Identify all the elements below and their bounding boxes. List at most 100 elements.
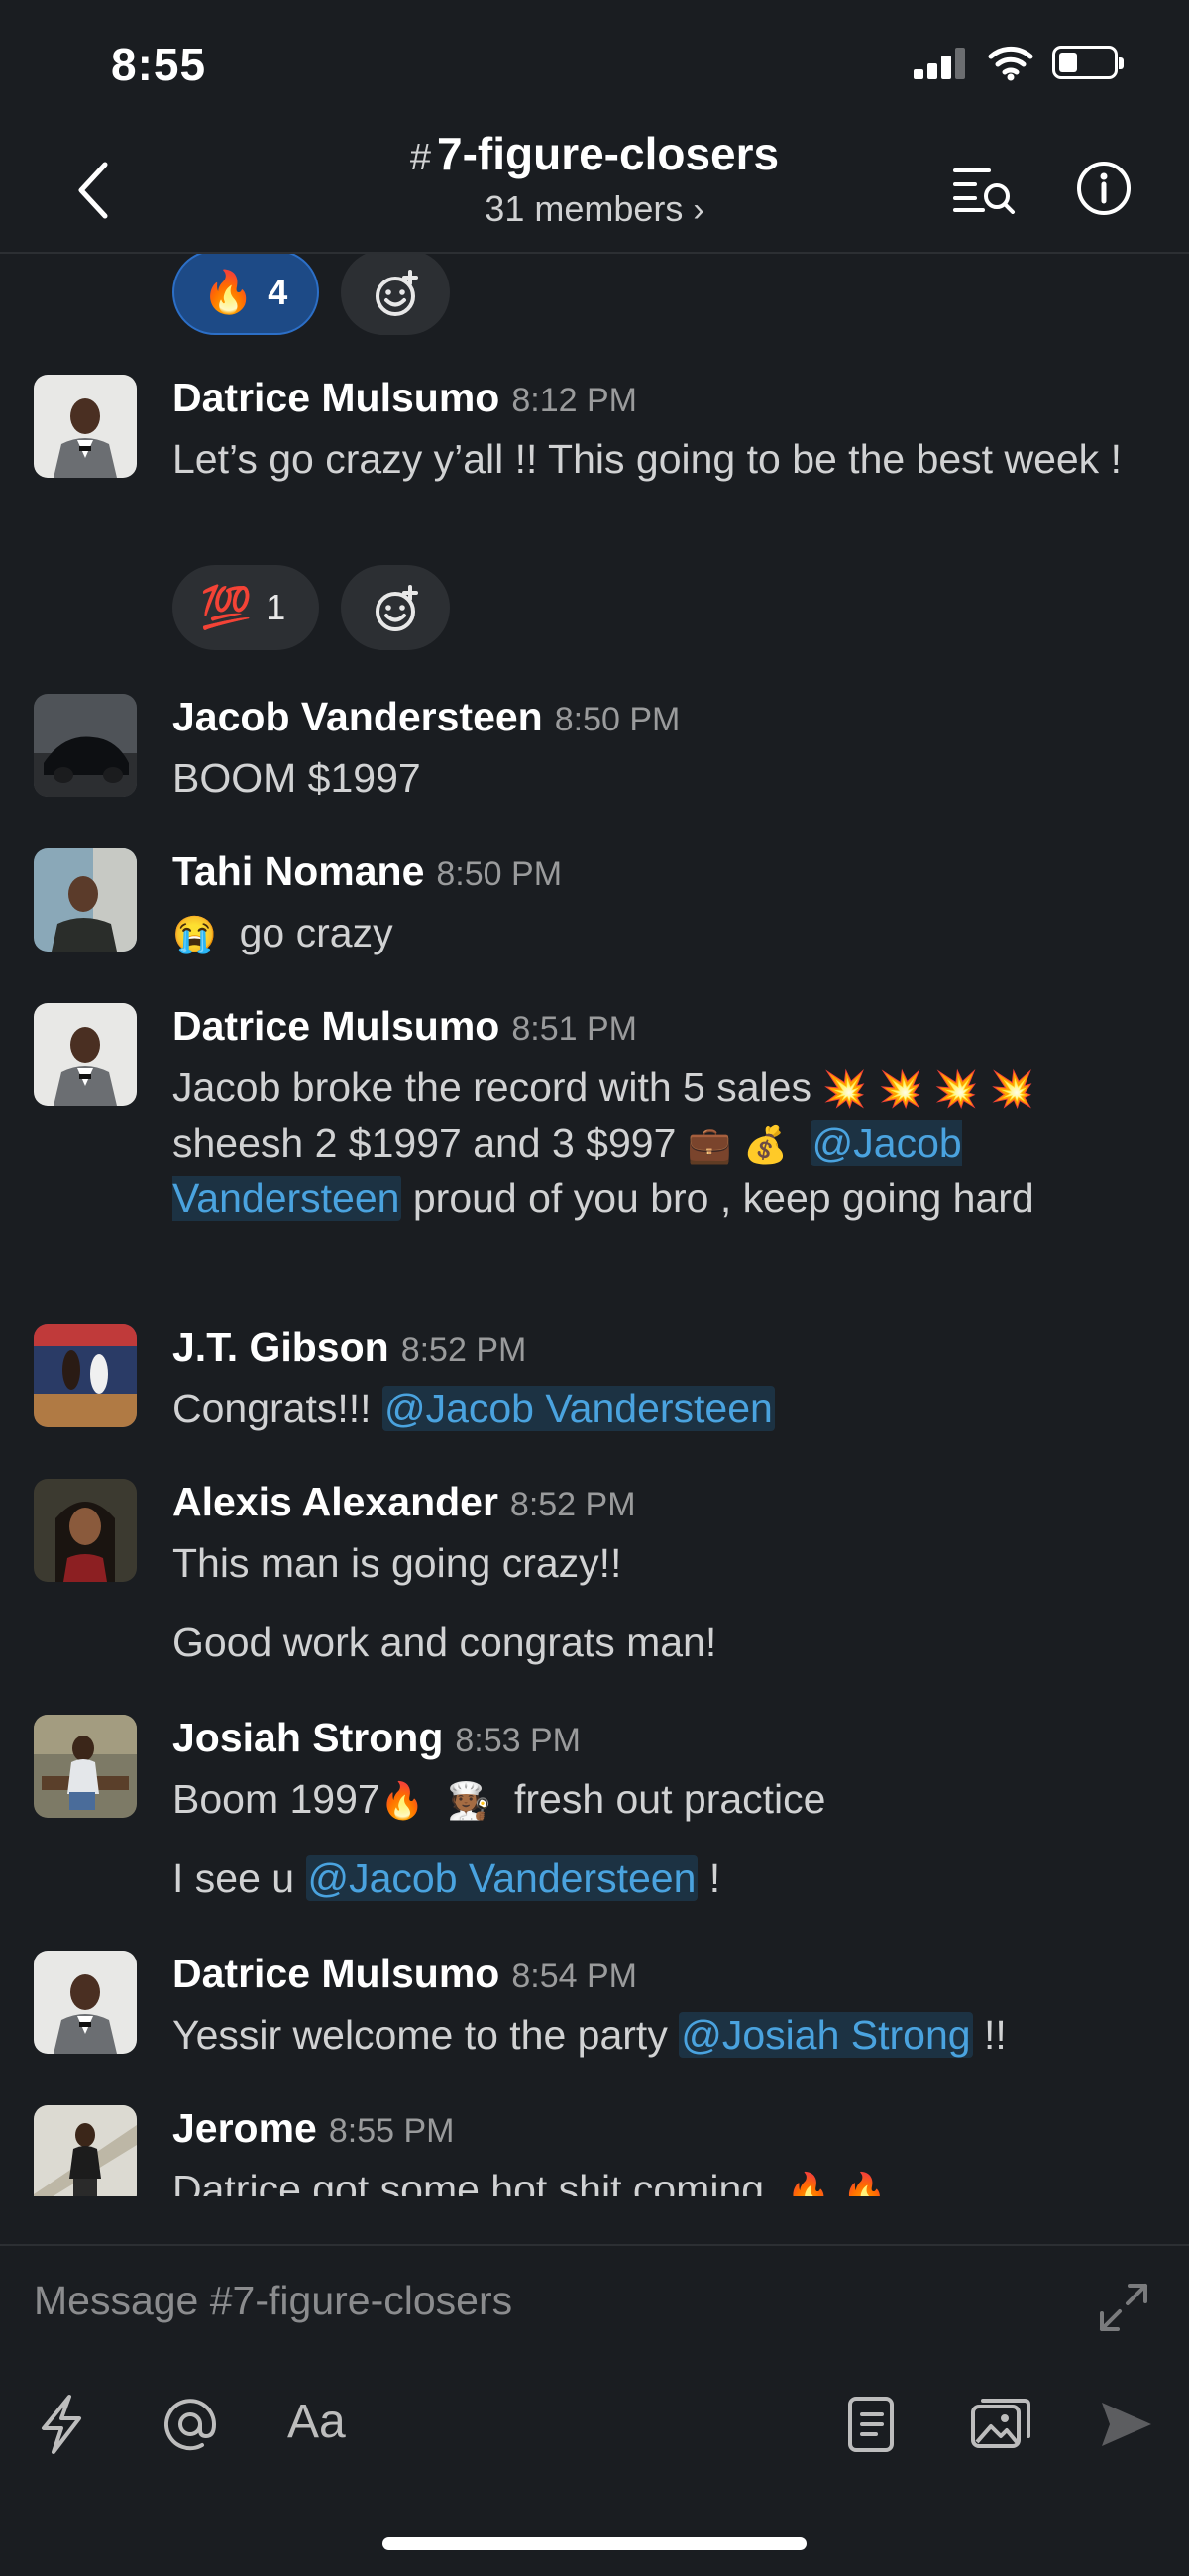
message-header: J.T. Gibson 8:52 PM (172, 1324, 526, 1371)
message-text-part: !! (983, 2012, 1007, 2058)
info-icon[interactable] (1074, 159, 1134, 218)
avatar[interactable] (34, 1951, 137, 2054)
author-name[interactable]: Alexis Alexander (172, 1479, 498, 1524)
reaction-100[interactable]: 💯 1 (172, 565, 319, 650)
author-name[interactable]: J.T. Gibson (172, 1324, 389, 1370)
fire-emoji: 🔥 (202, 268, 255, 315)
message-header: Tahi Nomane 8:50 PM (172, 848, 562, 895)
collision-emoji: 💥 (990, 1068, 1034, 1109)
message-text: I see u @Jacob Vandersteen ! (172, 1851, 1163, 1906)
author-name[interactable]: Datrice Mulsumo (172, 1951, 499, 1996)
message-input[interactable]: Message #7-figure-closers (34, 2278, 512, 2324)
crying-emoji: 😭 (172, 914, 217, 954)
channel-name: 7-figure-closers (437, 128, 780, 179)
message-text-part: Congrats!!! (172, 1386, 372, 1431)
avatar[interactable] (34, 848, 137, 952)
status-time: 8:55 (111, 39, 207, 90)
chevron-right-icon: › (693, 191, 704, 229)
collision-emoji: 💥 (878, 1068, 923, 1109)
status-bar: 8:55 (0, 0, 1189, 129)
message-text-part: I see u (172, 1855, 295, 1901)
timestamp: 8:52 PM (509, 1486, 636, 1523)
message-text: Jacob broke the record with 5 sales 💥 💥 … (172, 1061, 1163, 1226)
avatar[interactable] (34, 1479, 137, 1582)
timestamp: 8:50 PM (554, 701, 681, 738)
avatar[interactable] (34, 1003, 137, 1106)
message-text: Good work and congrats man! (172, 1620, 717, 1665)
fire-emoji: 🔥 (842, 2171, 887, 2196)
collision-emoji: 💥 (822, 1068, 868, 1109)
message-header: Alexis Alexander 8:52 PM (172, 1479, 636, 1525)
user-mention[interactable]: @Jacob Vandersteen (305, 1855, 699, 1901)
members-count: 31 members (485, 188, 684, 229)
photo-gallery-icon[interactable] (969, 2393, 1032, 2456)
message-text: Yessir welcome to the party @Josiah Stro… (172, 2008, 1163, 2063)
send-icon[interactable] (1096, 2393, 1155, 2456)
fire-emoji: 🔥 (379, 1780, 425, 1821)
wifi-icon (988, 46, 1033, 81)
author-name[interactable]: Josiah Strong (172, 1715, 443, 1760)
avatar[interactable] (34, 1324, 137, 1427)
message-composer: Message #7-figure-closers Aa (0, 2244, 1189, 2576)
mention-at-icon[interactable] (161, 2393, 220, 2456)
timestamp: 8:54 PM (511, 1958, 637, 1995)
message-text-part: proud of you bro , keep going hard (412, 1176, 1034, 1221)
file-attachment-icon[interactable] (844, 2393, 898, 2456)
avatar[interactable] (34, 694, 137, 797)
battery-icon (1052, 46, 1124, 79)
user-mention[interactable]: @Josiah Strong (679, 2012, 973, 2058)
message-text-part: fresh out practice (513, 1776, 826, 1822)
author-name[interactable]: Datrice Mulsumo (172, 375, 499, 420)
message-text: Congrats!!! @Jacob Vandersteen (172, 1382, 1163, 1436)
timestamp: 8:52 PM (400, 1331, 527, 1369)
collision-emoji: 💥 (933, 1068, 979, 1109)
money-bag-emoji: 💰 (743, 1124, 788, 1165)
timestamp: 8:12 PM (511, 382, 637, 419)
message-text: Let’s go crazy y’all !! This going to be… (172, 436, 1122, 482)
message-text: Datrice got some hot shit coming 🔥 🔥 (172, 2163, 1163, 2196)
author-name[interactable]: Datrice Mulsumo (172, 1003, 499, 1049)
reaction-fire[interactable]: 🔥 4 (172, 254, 319, 335)
message-header: Jerome 8:55 PM (172, 2105, 455, 2152)
message-text: Boom 1997🔥 🧑🏾‍🍳 fresh out practice (172, 1772, 1163, 1828)
author-name[interactable]: Tahi Nomane (172, 848, 424, 894)
message-text-part: Jacob broke the record with 5 sales (172, 1064, 811, 1110)
add-reaction-icon[interactable] (341, 565, 450, 650)
channel-hash: # (409, 137, 431, 178)
search-in-channel-icon[interactable] (953, 165, 1019, 214)
reaction-count: 1 (266, 587, 286, 627)
message-text-part: sheesh 2 $1997 and 3 $997 (172, 1120, 677, 1166)
text-format-button[interactable]: Aa (287, 2395, 346, 2449)
message-header: Datrice Mulsumo 8:54 PM (172, 1951, 637, 1997)
message-text: 😭 go crazy (172, 906, 1163, 961)
shortcuts-lightning-icon[interactable] (36, 2393, 87, 2456)
message-feed[interactable]: 🔥 4 Datrice Mulsumo 8:12 PM Let’s go craz… (0, 254, 1189, 2196)
reaction-count: 4 (268, 272, 288, 312)
briefcase-emoji: 💼 (687, 1124, 732, 1165)
message-text-part: go crazy (239, 910, 393, 955)
cellular-signal-icon (914, 48, 969, 79)
avatar[interactable] (34, 375, 137, 478)
timestamp: 8:51 PM (511, 1010, 637, 1048)
message-header: Datrice Mulsumo 8:51 PM (172, 1003, 637, 1050)
message-text-part: ! (708, 1855, 721, 1901)
avatar[interactable] (34, 1715, 137, 1818)
message-header: Datrice Mulsumo 8:12 PM (172, 375, 637, 421)
user-mention[interactable]: @Jacob Vandersteen (381, 1386, 775, 1431)
message-text-part: Datrice got some hot shit coming (172, 2167, 765, 2196)
expand-icon[interactable] (1096, 2280, 1151, 2335)
author-name[interactable]: Jerome (172, 2105, 317, 2151)
avatar[interactable] (34, 2105, 137, 2196)
message-text: BOOM $1997 (172, 755, 421, 801)
message-text-part: Yessir welcome to the party (172, 2012, 668, 2058)
message-header: Jacob Vandersteen 8:50 PM (172, 694, 680, 740)
message-text-part: Boom 1997 (172, 1776, 380, 1822)
add-reaction-icon[interactable] (341, 254, 450, 335)
author-name[interactable]: Jacob Vandersteen (172, 694, 543, 739)
home-indicator (382, 2537, 807, 2550)
cook-emoji: 🧑🏾‍🍳 (447, 1780, 492, 1821)
channel-header: #7-figure-closers 31 members › (0, 128, 1189, 254)
timestamp: 8:50 PM (436, 855, 563, 893)
fire-emoji: 🔥 (786, 2171, 831, 2196)
hundred-emoji: 💯 (200, 583, 253, 630)
